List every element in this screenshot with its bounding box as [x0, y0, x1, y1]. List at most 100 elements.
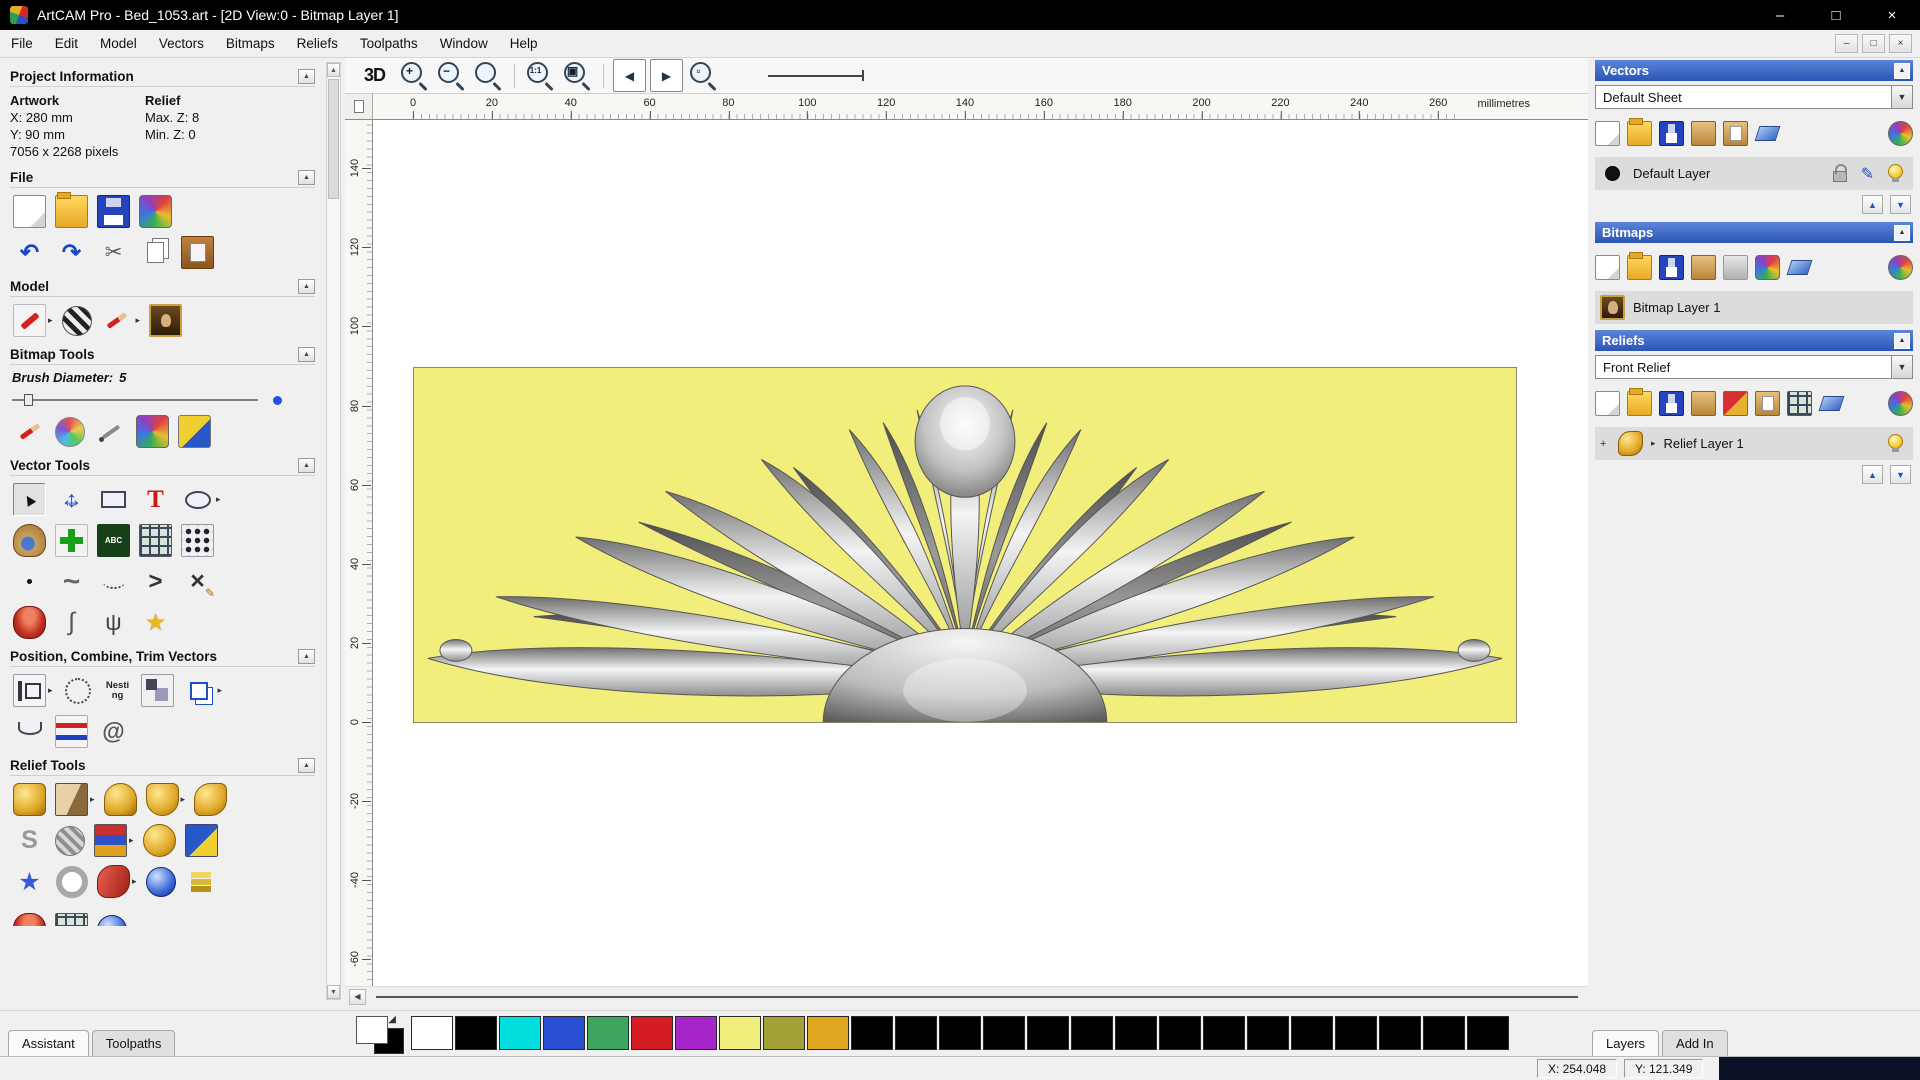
select-vectors-icon[interactable] — [13, 483, 46, 517]
zoom-in-icon[interactable]: + — [398, 59, 431, 92]
page-left-icon[interactable] — [613, 59, 647, 92]
texture-relief-dropdown-arrow[interactable]: ▸ — [181, 794, 186, 805]
paint-from-model-dropdown-arrow[interactable]: ▸ — [136, 315, 141, 326]
tab-add-in[interactable]: Add In — [1662, 1030, 1728, 1056]
relief-dropdown[interactable]: Front Relief ▼ — [1595, 355, 1913, 379]
mdi-minimize-button[interactable]: – — [1835, 34, 1858, 53]
tab-layers[interactable]: Layers — [1592, 1030, 1660, 1056]
palette-swatch-15[interactable] — [1071, 1016, 1113, 1050]
collapse-reliefs-button[interactable]: ▲ — [1894, 332, 1910, 349]
transform-vectors-icon[interactable] — [55, 483, 88, 516]
palette-swatch-3[interactable] — [543, 1016, 585, 1050]
2d-view-canvas[interactable] — [373, 120, 1588, 986]
weave-wizard-icon[interactable] — [55, 825, 85, 856]
zoom-out-icon[interactable]: − — [435, 59, 468, 92]
palette-swatch-8[interactable] — [763, 1016, 805, 1050]
spiral-tool-icon[interactable] — [97, 715, 130, 748]
copy-icon[interactable] — [139, 236, 172, 269]
save-vector-layer-icon[interactable] — [1659, 120, 1684, 146]
colour-picker-icon[interactable] — [94, 415, 127, 448]
paint-brush-icon[interactable] — [13, 415, 46, 448]
open-relief-layer-icon[interactable] — [1627, 387, 1652, 416]
clipped-tool-a-icon[interactable] — [13, 913, 46, 926]
palette-swatch-10[interactable] — [851, 1016, 893, 1050]
texture-wizard-icon[interactable] — [55, 865, 88, 898]
collapse-model-button[interactable]: ▲ — [298, 278, 315, 294]
relief-visibility-icon[interactable] — [1883, 431, 1908, 456]
zoom-window-icon[interactable]: ▫ — [687, 59, 720, 92]
bitmap-layer-options-icon[interactable] — [1888, 254, 1913, 280]
sheet-dropdown[interactable]: Default Sheet ▼ — [1595, 85, 1913, 109]
relief-layer-options-icon[interactable] — [1888, 390, 1913, 416]
canvas-horizontal-scrollbar[interactable]: ◀ — [345, 986, 1588, 1006]
smooth-relief-icon[interactable] — [103, 783, 137, 817]
view-3d-button[interactable]: 3D — [357, 64, 392, 87]
move-vector-layer-down-button[interactable]: ▼ — [1890, 195, 1911, 214]
clipped-tool-b-icon[interactable] — [55, 913, 88, 926]
create-disc-icon[interactable] — [13, 606, 46, 640]
save-relief-layer-icon[interactable] — [1659, 390, 1684, 416]
palette-swatch-11[interactable] — [895, 1016, 937, 1050]
create-polyline-icon[interactable] — [139, 565, 172, 598]
dome-wizard-icon[interactable] — [145, 866, 176, 897]
palette-swatch-20[interactable] — [1291, 1016, 1333, 1050]
new-model-icon[interactable] — [13, 195, 46, 229]
palette-swatch-19[interactable] — [1247, 1016, 1289, 1050]
primary-secondary-colour-selector[interactable]: ◢ — [356, 1014, 404, 1054]
collapse-project-information-button[interactable]: ▲ — [298, 69, 315, 84]
paste-along-curve-icon[interactable] — [139, 524, 172, 558]
new-vector-layer-icon[interactable] — [1595, 120, 1620, 146]
palette-swatch-1[interactable] — [455, 1016, 497, 1050]
two-rail-sweep-icon[interactable] — [13, 824, 46, 857]
clear-bitmap-layer-icon[interactable] — [1787, 255, 1812, 280]
palette-swatch-4[interactable] — [587, 1016, 629, 1050]
envelope-distortion-icon[interactable] — [194, 783, 228, 817]
import-bitmap-icon[interactable] — [1691, 254, 1716, 280]
clear-vector-layer-icon[interactable] — [1755, 121, 1780, 146]
open-model-icon[interactable] — [55, 192, 88, 229]
layer-visibility-icon[interactable] — [1883, 161, 1908, 186]
export-vectors-icon[interactable] — [1723, 120, 1748, 146]
nesting-icon[interactable]: Nesting — [104, 674, 132, 707]
palette-swatch-18[interactable] — [1203, 1016, 1245, 1050]
relief-layer-name[interactable]: Relief Layer 1 — [1664, 436, 1875, 451]
align-vectors-icon[interactable] — [140, 674, 174, 708]
new-relief-layer-icon[interactable] — [1595, 390, 1620, 416]
bitmap-options-icon[interactable] — [1723, 254, 1748, 280]
layer-colour-icon[interactable] — [1600, 161, 1625, 186]
palette-swatch-17[interactable] — [1159, 1016, 1201, 1050]
palette-swatch-7[interactable] — [719, 1016, 761, 1050]
palette-swatch-14[interactable] — [1027, 1016, 1069, 1050]
swept-profile-icon[interactable] — [97, 865, 130, 899]
save-bitmap-layer-icon[interactable] — [1659, 254, 1684, 280]
scroll-up-button[interactable]: ▲ — [327, 63, 340, 77]
scrollbar-thumb[interactable] — [328, 79, 339, 199]
text-block-icon[interactable] — [97, 524, 130, 558]
relief-layer-row[interactable]: + ▸ Relief Layer 1 — [1595, 427, 1913, 460]
export-relief-icon[interactable] — [1755, 390, 1780, 416]
palette-swatch-16[interactable] — [1115, 1016, 1157, 1050]
scrollbar-track-line[interactable] — [376, 995, 1578, 998]
new-bitmap-layer-icon[interactable] — [1595, 254, 1620, 280]
move-relief-layer-down-button[interactable]: ▼ — [1890, 465, 1911, 484]
palette-swatch-5[interactable] — [631, 1016, 673, 1050]
copy-objects-dropdown-arrow[interactable]: ▸ — [218, 685, 223, 696]
shape-editor-icon[interactable] — [13, 783, 46, 817]
bitmap-layer-row[interactable]: Bitmap Layer 1 — [1595, 291, 1913, 324]
import-vectors-icon[interactable] — [1691, 120, 1716, 146]
create-point-icon[interactable] — [13, 565, 46, 598]
slider-handle[interactable] — [24, 393, 33, 406]
flood-fill-icon[interactable] — [178, 415, 211, 449]
set-model-size-icon[interactable] — [13, 304, 46, 338]
palette-swatch-24[interactable] — [1467, 1016, 1509, 1050]
mdi-restore-button[interactable]: □ — [1862, 34, 1885, 53]
vector-layer-name[interactable]: Default Layer — [1633, 166, 1819, 181]
palette-swatch-0[interactable] — [411, 1016, 453, 1050]
line-width-handle[interactable] — [862, 70, 865, 81]
palette-swatch-9[interactable] — [807, 1016, 849, 1050]
page-right-icon[interactable] — [650, 59, 684, 92]
cut-icon[interactable] — [97, 236, 130, 269]
palette-swatch-12[interactable] — [939, 1016, 981, 1050]
create-rectangle-icon[interactable] — [97, 483, 130, 516]
rotate-copy-icon[interactable] — [62, 674, 95, 707]
